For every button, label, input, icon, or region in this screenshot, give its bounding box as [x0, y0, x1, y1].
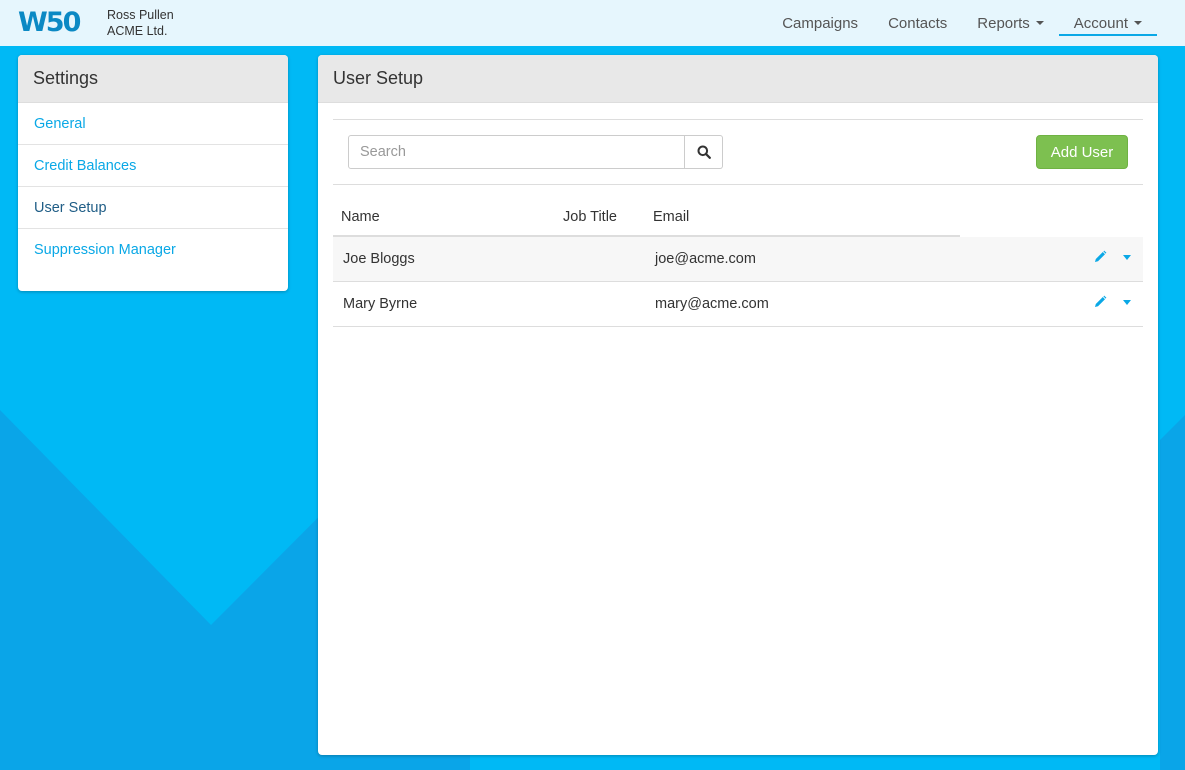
settings-panel: Settings General Credit Balances User Se… [18, 55, 288, 291]
user-setup-panel: User Setup Add User Name Job Title Email… [318, 55, 1158, 755]
row-menu-button[interactable] [1123, 299, 1131, 305]
sidebar-item-user-setup[interactable]: User Setup [18, 187, 288, 229]
pencil-icon [1095, 295, 1107, 307]
settings-title: Settings [18, 55, 288, 103]
search-group [348, 135, 723, 169]
nav-campaigns[interactable]: Campaigns [767, 0, 873, 46]
account-info: Ross Pullen ACME Ltd. [107, 7, 174, 39]
nav-account[interactable]: Account [1058, 0, 1158, 46]
search-icon [697, 145, 711, 159]
row-actions [1093, 295, 1131, 309]
column-header-job-title[interactable]: Job Title [563, 209, 617, 225]
sidebar-item-credit-balances[interactable]: Credit Balances [18, 145, 288, 187]
caret-down-icon [1123, 254, 1131, 260]
table-row[interactable]: Joe Bloggs joe@acme.com [333, 237, 1143, 282]
nav-reports[interactable]: Reports [962, 0, 1059, 46]
toolbar: Add User [333, 119, 1143, 185]
sidebar-item-suppression-manager[interactable]: Suppression Manager [18, 229, 288, 271]
row-actions [1093, 250, 1131, 264]
add-user-button[interactable]: Add User [1036, 135, 1128, 169]
table-header: Name Job Title Email [333, 185, 1143, 237]
page-title: User Setup [318, 55, 1158, 103]
search-button[interactable] [685, 135, 723, 169]
users-table: Name Job Title Email Joe Bloggs joe@acme… [333, 185, 1143, 327]
user-name-cell: Mary Byrne [343, 296, 418, 312]
edit-button[interactable] [1093, 295, 1107, 309]
nav-contacts[interactable]: Contacts [873, 0, 962, 46]
w50-logo[interactable]: W50 [18, 7, 81, 38]
company-name: ACME Ltd. [107, 24, 168, 38]
column-header-name[interactable]: Name [341, 209, 380, 225]
user-name-cell: Joe Bloggs [343, 251, 415, 267]
edit-button[interactable] [1093, 250, 1107, 264]
caret-down-icon [1123, 299, 1131, 305]
table-row[interactable]: Mary Byrne mary@acme.com [333, 282, 1143, 327]
main-nav: Campaigns Contacts Reports Account [767, 0, 1158, 46]
row-menu-button[interactable] [1123, 254, 1131, 260]
pencil-icon [1095, 250, 1107, 262]
column-header-email[interactable]: Email [653, 209, 689, 225]
caret-down-icon [1035, 21, 1044, 25]
top-bar: W50 Ross Pullen ACME Ltd. Campaigns Cont… [0, 0, 1185, 46]
user-name: Ross Pullen [107, 8, 174, 22]
sidebar-item-general[interactable]: General [18, 103, 288, 145]
email-cell: joe@acme.com [655, 251, 756, 267]
search-input[interactable] [348, 135, 685, 169]
caret-down-icon [1134, 21, 1142, 25]
email-cell: mary@acme.com [655, 296, 769, 312]
